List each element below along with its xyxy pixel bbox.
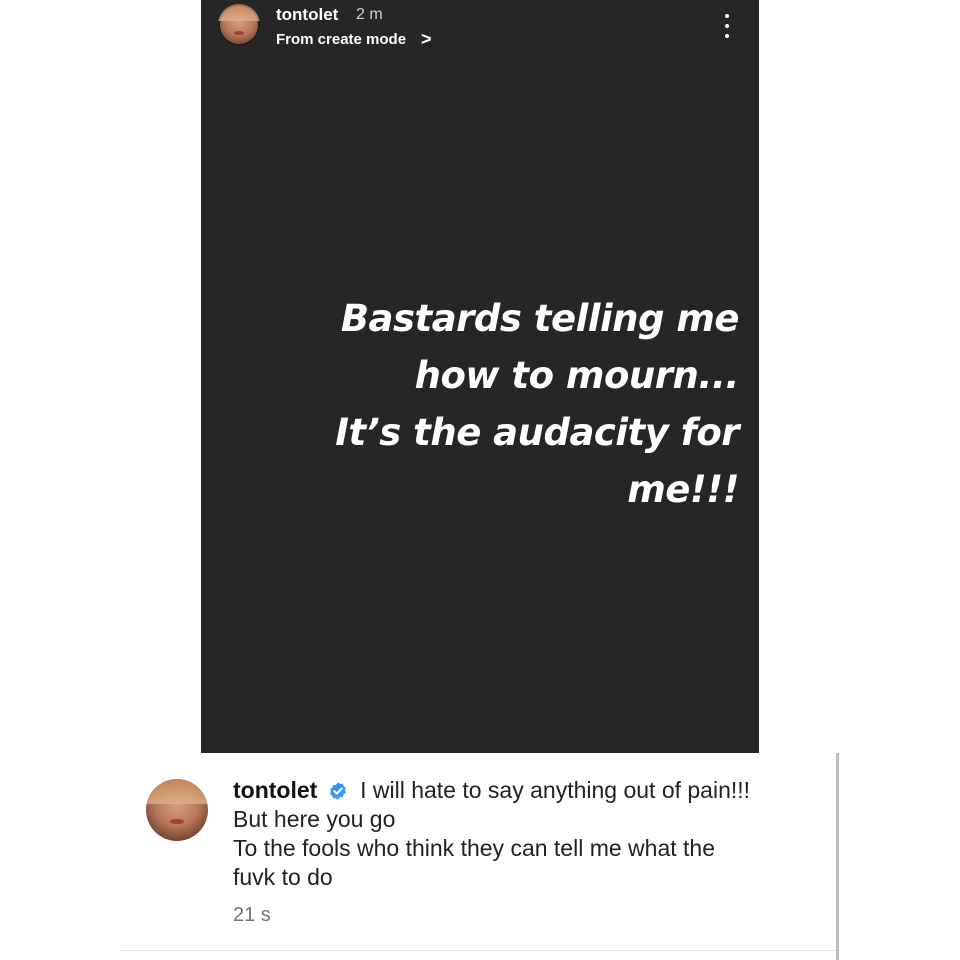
comment-line: fuvk to do: [233, 864, 333, 890]
story-text: Bastards telling me how to mourn... It’s…: [279, 290, 739, 518]
avatar-lips: [169, 818, 185, 825]
divider: [120, 950, 836, 951]
kebab-dot: [725, 24, 729, 28]
story-text-line: Bastards telling me: [340, 297, 740, 340]
comment-timestamp: 21 s: [233, 904, 271, 926]
more-vertical-icon[interactable]: [719, 14, 735, 38]
comment-line: But here you go: [233, 806, 396, 832]
story-text-line: how to mourn...: [414, 354, 740, 397]
scrollbar[interactable]: [836, 753, 839, 960]
comment-body: tontolet I will hate to say anything out…: [233, 776, 803, 892]
story-viewer[interactable]: tontolet 2 m From create mode > Bastards…: [201, 0, 759, 753]
chevron-right-icon[interactable]: >: [421, 29, 432, 50]
avatar-lips: [233, 30, 245, 35]
story-text-line: me!!!: [627, 468, 739, 511]
story-username[interactable]: tontolet: [276, 5, 338, 25]
comment-username[interactable]: tontolet: [233, 777, 317, 803]
kebab-dot: [725, 14, 729, 18]
verified-badge-icon: [329, 782, 346, 800]
comment-line: I will hate to say anything out of pain!…: [360, 777, 751, 803]
from-create-mode-link[interactable]: From create mode: [276, 31, 406, 48]
kebab-dot: [725, 34, 729, 38]
avatar-hair: [218, 4, 260, 21]
story-avatar[interactable]: [218, 4, 260, 46]
story-timestamp: 2 m: [356, 6, 383, 23]
avatar-hair: [146, 779, 208, 804]
comment-avatar[interactable]: [146, 779, 208, 841]
comment-line: To the fools who think they can tell me …: [233, 835, 715, 861]
story-text-line: It’s the audacity for: [335, 411, 739, 454]
comment-first-line: tontolet I will hate to say anything out…: [233, 776, 803, 805]
